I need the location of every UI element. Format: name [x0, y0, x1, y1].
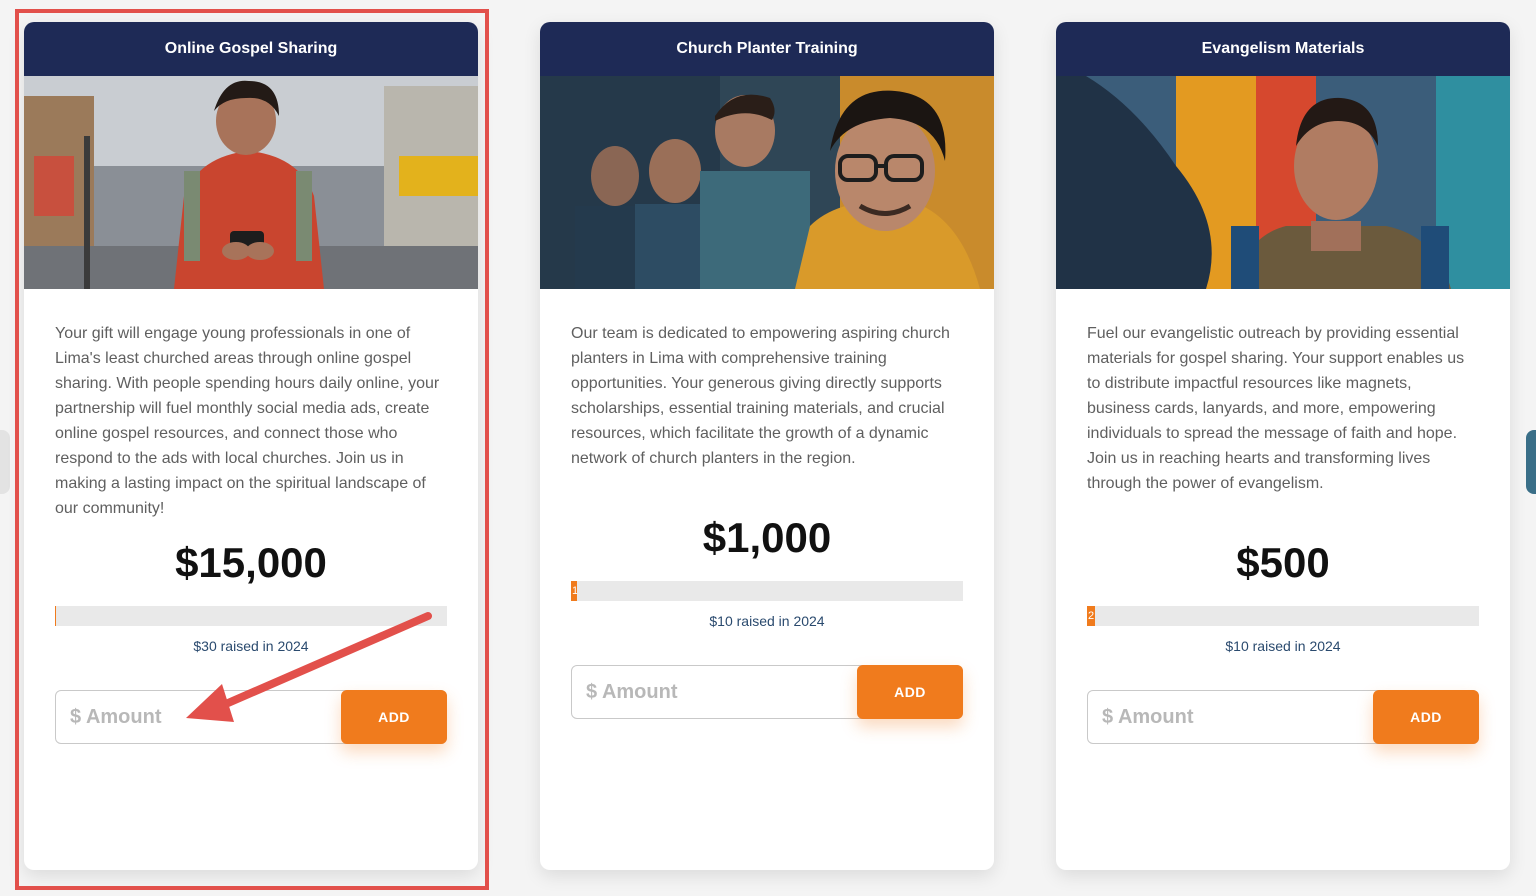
amount-group: ADD	[55, 690, 447, 744]
progress-bar	[55, 606, 447, 626]
card-photo	[1056, 76, 1510, 289]
amount-group: ADD	[571, 665, 963, 719]
progress-bar: 2	[1087, 606, 1479, 626]
amount-group: ADD	[1087, 690, 1479, 744]
donation-card-online-gospel-sharing: Online Gospel Sharing Your gift will eng…	[24, 22, 478, 870]
raised-text: $10 raised in 2024	[709, 613, 825, 629]
raised-text: $10 raised in 2024	[1225, 638, 1341, 654]
card-description: Fuel our evangelistic outreach by provid…	[1087, 325, 1465, 492]
card-goal-amount: $1,000	[702, 514, 832, 561]
card-description: Your gift will engage young professional…	[55, 325, 440, 517]
card-goal-amount: $500	[1236, 539, 1330, 586]
card-title: Online Gospel Sharing	[24, 22, 478, 76]
add-button[interactable]: ADD	[1373, 690, 1479, 744]
progress-fill: 2	[1087, 606, 1095, 626]
carousel-next-tab[interactable]	[1526, 430, 1536, 494]
donation-card-evangelism-materials: Evangelism Materials Fuel our evangelist…	[1056, 22, 1510, 870]
card-title: Evangelism Materials	[1056, 22, 1510, 76]
card-photo	[540, 76, 994, 289]
progress-bar: 1	[571, 581, 963, 601]
progress-fill: 1	[571, 581, 577, 601]
raised-text: $30 raised in 2024	[193, 638, 309, 654]
card-goal-amount: $15,000	[175, 539, 327, 586]
card-photo	[24, 76, 478, 289]
card-title: Church Planter Training	[540, 22, 994, 76]
donation-card-church-planter-training: Church Planter Training Our team is dedi…	[540, 22, 994, 870]
carousel-prev-tab[interactable]	[0, 430, 10, 494]
card-description: Our team is dedicated to empowering aspi…	[571, 325, 950, 467]
add-button[interactable]: ADD	[857, 665, 963, 719]
progress-fill	[55, 606, 56, 626]
add-button[interactable]: ADD	[341, 690, 447, 744]
